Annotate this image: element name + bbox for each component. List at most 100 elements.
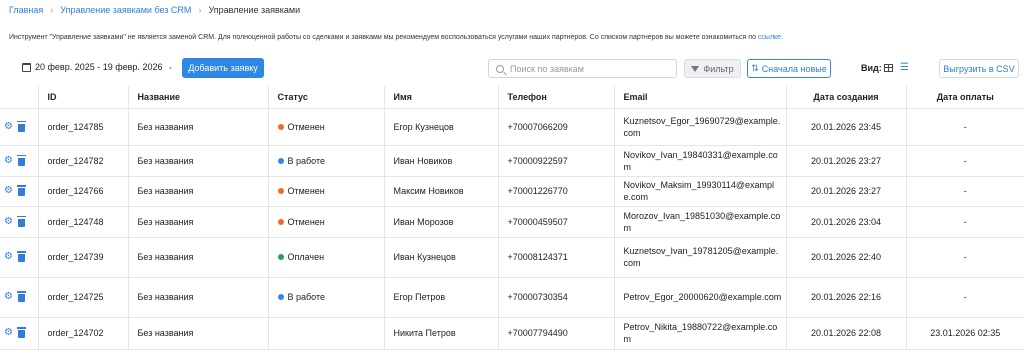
table-header-row: ID Название Статус Имя Телефон Email Дат…	[0, 86, 1024, 109]
paid-date: -	[905, 277, 1024, 318]
status-dot-icon	[277, 123, 284, 130]
column-header-created[interactable]: Дата создания	[785, 86, 906, 109]
row-actions: ⚙	[0, 327, 38, 338]
breadcrumb-separator-icon: ›	[198, 5, 202, 15]
status-dot-icon	[277, 254, 284, 260]
customer-phone: +70008124371	[497, 237, 614, 278]
trash-icon[interactable]	[16, 327, 26, 338]
column-header-email[interactable]: Email	[613, 86, 786, 109]
breadcrumb-orders-link[interactable]: Управление заявками без CRM	[60, 5, 191, 15]
export-csv-button[interactable]: Выгрузить в CSV	[939, 59, 1019, 78]
filter-button-label: Фильтр	[703, 63, 734, 74]
customer-name: Иван Морозов	[383, 206, 498, 238]
gear-icon[interactable]: ⚙	[4, 121, 13, 132]
row-actions: ⚙	[0, 120, 38, 132]
sort-button[interactable]: ⇅ Сначала новые	[747, 59, 831, 78]
row-actions: ⚙	[0, 291, 38, 302]
table-row[interactable]: ⚙ order_124748 Без названия Отменен Иван…	[0, 206, 1024, 238]
gear-icon[interactable]: ⚙	[4, 216, 13, 227]
column-header-phone[interactable]: Телефон	[497, 86, 614, 109]
search-input[interactable]	[510, 63, 670, 74]
trash-icon[interactable]	[16, 291, 26, 302]
column-header-name[interactable]: Название	[127, 86, 268, 109]
trash-icon[interactable]	[16, 120, 26, 132]
crm-notice-text: Инструмент "Управление заявками" не явля…	[9, 34, 756, 41]
row-actions: ⚙	[0, 251, 38, 262]
table-row[interactable]: ⚙ order_124725 Без названия В работе Его…	[0, 277, 1024, 318]
crm-notice: Инструмент "Управление заявками" не явля…	[9, 34, 783, 41]
created-date: 20.01.2026 22:16	[785, 277, 906, 318]
paid-date: -	[905, 176, 1024, 207]
row-actions: ⚙	[0, 215, 38, 227]
status-badge: В работе	[277, 292, 384, 302]
view-label: Вид:	[861, 63, 882, 73]
trash-icon[interactable]	[16, 154, 26, 166]
order-id: order_124766	[37, 176, 128, 207]
gear-icon[interactable]: ⚙	[4, 186, 13, 196]
created-date: 20.01.2026 23:27	[785, 176, 906, 207]
order-title: Без названия	[127, 176, 268, 207]
gear-icon[interactable]: ⚙	[4, 155, 13, 166]
row-actions: ⚙	[0, 154, 38, 166]
customer-phone: +70000922597	[497, 145, 614, 177]
list-view-icon[interactable]: ☰	[900, 63, 910, 73]
paid-date: 23.01.2026 02:35	[905, 317, 1024, 350]
orders-table: ID Название Статус Имя Телефон Email Дат…	[0, 86, 1024, 350]
order-title: Без названия	[127, 277, 268, 318]
customer-name: Иван Кузнецов	[383, 237, 498, 278]
row-actions: ⚙	[0, 185, 38, 196]
table-row[interactable]: ⚙ order_124785 Без названия Отменен Егор…	[0, 108, 1024, 146]
table-row[interactable]: ⚙ order_124766 Без названия Отменен Макс…	[0, 176, 1024, 207]
filter-button[interactable]: Фильтр	[684, 59, 741, 78]
gear-icon[interactable]: ⚙	[4, 252, 13, 262]
column-header-id[interactable]: ID	[37, 86, 128, 109]
status-badge: Отменен	[277, 121, 384, 132]
status-label: Отменен	[287, 186, 325, 196]
chevron-down-icon: ⌄	[167, 64, 174, 71]
gear-icon[interactable]: ⚙	[4, 292, 13, 302]
status-label: Отменен	[287, 216, 325, 227]
status-badge: Отменен	[277, 186, 384, 196]
partners-link[interactable]: ссылке.	[758, 34, 783, 41]
status-badge: Оплачен	[277, 252, 384, 262]
customer-phone: +70007794490	[497, 317, 614, 350]
status-label: В работе	[287, 292, 326, 302]
grid-view-icon[interactable]	[884, 64, 893, 72]
order-title: Без названия	[127, 206, 268, 238]
table-row[interactable]: ⚙ order_124702 Без названия Никита Петро…	[0, 317, 1024, 350]
status-dot-icon	[277, 188, 284, 194]
sort-arrows-icon: ⇅	[751, 63, 759, 73]
breadcrumb-home-link[interactable]: Главная	[9, 5, 43, 15]
status-label: Отменен	[287, 121, 325, 132]
date-range-picker[interactable]: 20 февр. 2025 - 19 февр. 2026 ⌄	[22, 62, 173, 72]
column-header-person[interactable]: Имя	[383, 86, 498, 109]
order-title: Без названия	[127, 145, 268, 177]
trash-icon[interactable]	[16, 251, 26, 262]
trash-icon[interactable]	[16, 215, 26, 227]
order-title: Без названия	[127, 108, 268, 146]
add-order-button[interactable]: Добавить заявку	[182, 58, 264, 78]
order-id: order_124739	[37, 237, 128, 278]
paid-date: -	[905, 108, 1024, 146]
table-row[interactable]: ⚙ order_124739 Без названия Оплачен Иван…	[0, 237, 1024, 278]
created-date: 20.01.2026 23:27	[785, 145, 906, 177]
table-row[interactable]: ⚙ order_124782 Без названия В работе Ива…	[0, 145, 1024, 177]
trash-icon[interactable]	[16, 185, 26, 196]
column-header-paid[interactable]: Дата оплаты	[905, 86, 1024, 109]
paid-date: -	[905, 237, 1024, 278]
column-header-status[interactable]: Статус	[267, 86, 384, 109]
paid-date: -	[905, 206, 1024, 238]
customer-email: Novikov_Ivan_19840331@example.com	[613, 145, 786, 177]
status-dot-icon	[277, 294, 284, 300]
created-date: 20.01.2026 22:40	[785, 237, 906, 278]
filter-icon	[691, 65, 700, 72]
order-id: order_124748	[37, 206, 128, 238]
search-icon	[496, 64, 504, 73]
customer-name: Егор Кузнецов	[383, 108, 498, 146]
customer-email: Petrov_Nikita_19880722@example.com	[613, 317, 786, 350]
status-badge: В работе	[277, 156, 384, 166]
order-title: Без названия	[127, 237, 268, 278]
customer-email: Kuznetsov_Ivan_19781205@example.com	[613, 237, 786, 278]
gear-icon[interactable]: ⚙	[4, 328, 13, 338]
customer-name: Иван Новиков	[383, 145, 498, 177]
